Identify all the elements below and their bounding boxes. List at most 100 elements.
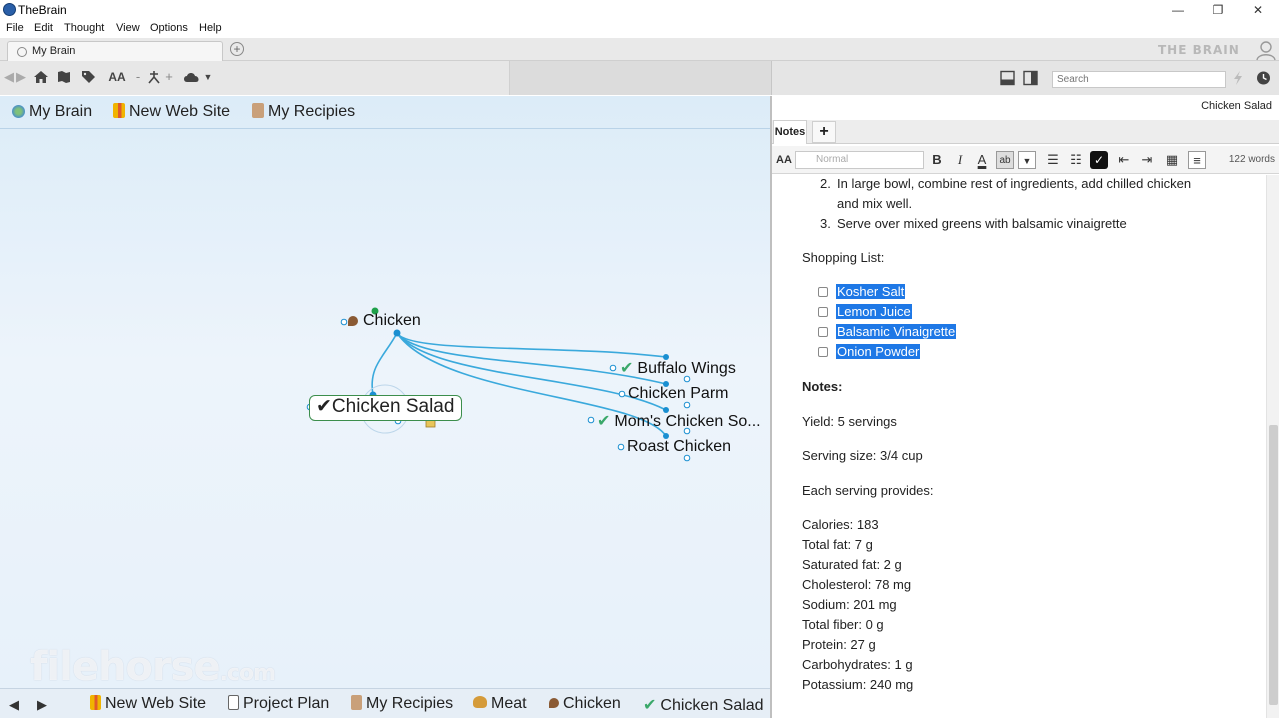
bold-button[interactable]: B — [928, 151, 946, 169]
more-options-icon[interactable]: ≡ — [1188, 151, 1206, 169]
thought-chicken[interactable]: Chicken — [348, 312, 421, 330]
window-title: TheBrain — [18, 3, 67, 17]
shopping-checkbox[interactable] — [818, 327, 828, 337]
history-item-project-plan[interactable]: Project Plan — [228, 695, 329, 713]
shopping-item-text: Balsamic Vinaigrette — [836, 324, 957, 339]
main-toolbar: ◀ ▶ AA - + ▼ — [0, 61, 1279, 95]
gate-open — [618, 390, 626, 398]
home-icon[interactable] — [33, 69, 49, 85]
font-size-button[interactable]: AA — [107, 69, 127, 85]
layout-right-panel-icon[interactable] — [1023, 70, 1038, 86]
format-dropdown-chevron-icon[interactable]: ▼ — [1018, 151, 1036, 169]
shopping-item: Lemon Juice — [836, 302, 912, 322]
menu-file[interactable]: File — [6, 22, 24, 34]
thought-roast-chicken[interactable]: Roast Chicken — [627, 438, 731, 456]
broadcast-icon — [17, 47, 27, 57]
indent-icon[interactable]: ⇥ — [1138, 151, 1156, 169]
menu-edit[interactable]: Edit — [34, 22, 53, 34]
toolbar-plus-icon[interactable]: + — [165, 69, 173, 85]
user-account-icon[interactable] — [1255, 39, 1277, 61]
highlight-icon[interactable]: ab — [996, 151, 1014, 169]
checkmark-icon: ✔ — [643, 697, 657, 714]
bulleted-list-icon[interactable]: ☰ — [1044, 151, 1062, 169]
history-label: Project Plan — [243, 695, 330, 712]
word-count: 122 words — [1228, 154, 1275, 165]
menu-help[interactable]: Help — [199, 22, 222, 34]
thought-chicken-salad-active[interactable]: ✔Chicken Salad — [309, 395, 462, 421]
add-tab-button[interactable]: + — [230, 42, 244, 56]
text-color-icon[interactable]: A — [973, 151, 991, 169]
burger-icon — [473, 696, 487, 708]
map-icon[interactable] — [56, 69, 72, 85]
close-button[interactable]: ✕ — [1238, 0, 1278, 20]
history-back-icon[interactable]: ◀ — [9, 697, 19, 713]
notes-pane: Chicken Salad Notes + AA Normal B I A ab… — [772, 96, 1279, 718]
gate-open — [340, 318, 348, 326]
menu-options[interactable]: Options — [150, 22, 188, 34]
tab-notes[interactable]: Notes — [773, 120, 807, 144]
pencils-icon — [90, 695, 101, 710]
outdent-icon[interactable]: ⇤ — [1115, 151, 1133, 169]
checkbox-list-icon[interactable]: ✓ — [1090, 151, 1108, 169]
nutrition-line: Saturated fat: 2 g — [802, 557, 902, 572]
numbered-list-icon[interactable]: ☷ — [1067, 151, 1085, 169]
toolbar-separator: - — [135, 69, 141, 84]
checkmark-icon: ✔ — [316, 396, 332, 417]
shopping-checkbox[interactable] — [818, 307, 828, 317]
search-input[interactable] — [1052, 71, 1226, 88]
thought-label: Chicken Salad — [331, 396, 455, 417]
history-item-chicken[interactable]: Chicken — [549, 695, 621, 713]
drumstick-icon — [549, 698, 559, 708]
thebrain-logo: THE BRAIN — [1158, 43, 1240, 57]
thought-chicken-parm[interactable]: Chicken Parm — [628, 385, 728, 403]
shopping-checkbox[interactable] — [818, 347, 828, 357]
forward-arrow-icon[interactable]: ▶ — [16, 69, 26, 85]
add-notes-tab-button[interactable]: + — [812, 121, 836, 143]
paragraph-style-select[interactable]: Normal — [795, 151, 924, 169]
notes-scrollbar[interactable] — [1266, 175, 1279, 718]
scrollbar-thumb[interactable] — [1269, 425, 1278, 705]
yield-text: Yield: 5 servings — [802, 414, 897, 429]
back-arrow-icon[interactable]: ◀ — [4, 69, 14, 85]
filehorse-watermark: filehorse.com — [30, 644, 276, 690]
font-size-icon[interactable]: AA — [775, 151, 793, 169]
step-number: 2. — [820, 176, 831, 191]
shopping-item: Balsamic Vinaigrette — [836, 322, 957, 342]
plex-view[interactable]: My Brain New Web Site My Recipies Chicke… — [0, 96, 771, 690]
step-text: In large bowl, combine rest of ingredien… — [837, 176, 1192, 191]
shopping-item-text: Kosher Salt — [836, 284, 906, 299]
thought-moms-chicken-soup[interactable]: ✔ Mom's Chicken So... — [597, 411, 761, 431]
cloud-dropdown-chevron-icon[interactable]: ▼ — [203, 69, 213, 85]
layout-bottom-panel-icon[interactable] — [1000, 70, 1015, 86]
layout-tree-icon[interactable] — [146, 69, 162, 85]
history-item-my-recipies[interactable]: My Recipies — [351, 695, 453, 713]
restore-button[interactable]: ❐ — [1198, 0, 1238, 20]
italic-button[interactable]: I — [951, 151, 969, 169]
toolbar-spacer — [510, 61, 771, 95]
notes-editor[interactable]: 2. In large bowl, combine rest of ingred… — [772, 175, 1266, 718]
nutrition-line: Calories: 183 — [802, 517, 879, 532]
history-bar: ◀ ▶ New Web Site Project Plan My Recipie… — [0, 688, 771, 718]
watermark-suffix: .com — [219, 661, 276, 686]
history-forward-icon[interactable]: ▶ — [37, 697, 47, 713]
drumstick-icon — [348, 316, 358, 326]
shopping-checkbox[interactable] — [818, 287, 828, 297]
step-text: Serve over mixed greens with balsamic vi… — [837, 216, 1127, 231]
history-item-chicken-salad[interactable]: ✔ Chicken Salad — [643, 695, 764, 715]
menu-view[interactable]: View — [116, 22, 140, 34]
thought-buffalo-wings[interactable]: ✔ Buffalo Wings — [620, 358, 736, 378]
lightning-icon[interactable] — [1231, 70, 1245, 86]
history-clock-icon[interactable] — [1256, 70, 1271, 86]
notes-thought-title: Chicken Salad — [1201, 100, 1272, 112]
history-item-meat[interactable]: Meat — [473, 695, 527, 713]
tag-icon[interactable] — [80, 69, 96, 85]
minimize-button[interactable]: — — [1158, 0, 1198, 20]
history-item-new-web-site[interactable]: New Web Site — [90, 695, 206, 713]
cloud-sync-icon[interactable] — [183, 69, 201, 85]
brain-tab-bar: My Brain + THE BRAIN — [0, 38, 1279, 61]
gate-open — [587, 416, 595, 424]
table-icon[interactable]: ▦ — [1163, 151, 1181, 169]
tab-my-brain[interactable]: My Brain — [7, 41, 223, 61]
thought-label: Buffalo Wings — [637, 360, 736, 377]
menu-thought[interactable]: Thought — [64, 22, 104, 34]
